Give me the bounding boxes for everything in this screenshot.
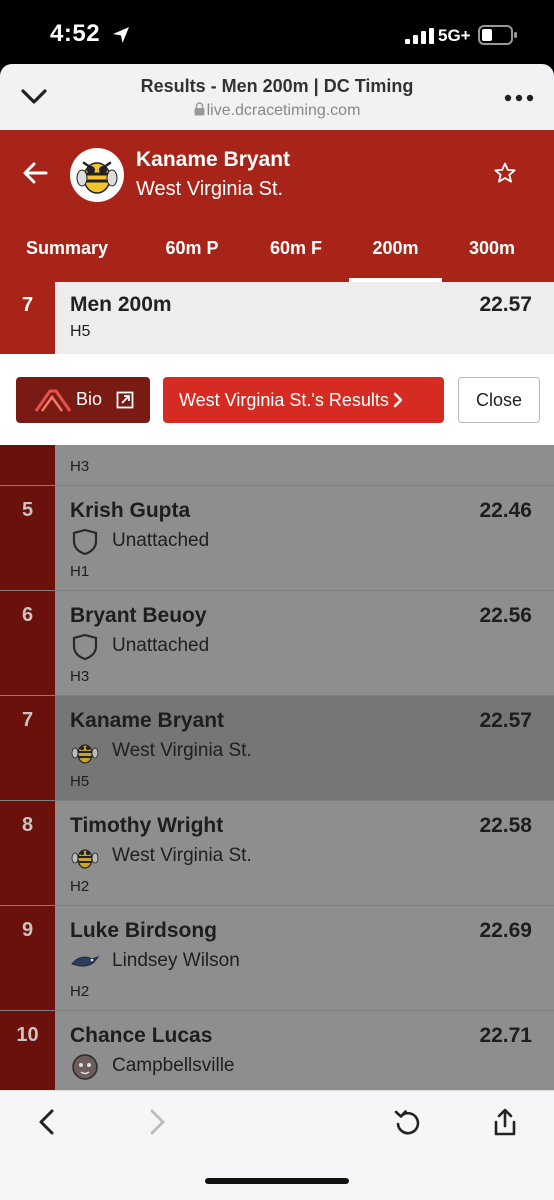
athlete-name-cell[interactable]: Kaname Bryant: [70, 709, 224, 733]
table-row[interactable]: 6 Bryant Beuoy Unattached H3 22.56: [0, 591, 554, 696]
table-row[interactable]: 9 Luke Birdsong Lindsey Wilson H2 22.69: [0, 906, 554, 1011]
heat-label: H1: [70, 563, 90, 580]
table-row[interactable]: 5 Krish Gupta Unattached H1 22.46: [0, 486, 554, 591]
url-text: live.dcracetiming.com: [206, 102, 361, 119]
team-name-cell: West Virginia St.: [112, 740, 252, 761]
rank-cell: [0, 445, 55, 486]
athlete-name-cell[interactable]: Chance Lucas: [70, 1024, 212, 1048]
tab-200m[interactable]: 200m: [349, 230, 442, 282]
shield-icon: [72, 633, 98, 661]
team-logo: [70, 148, 124, 202]
athlete-team: West Virginia St.: [136, 178, 284, 200]
time-cell: 22.46: [479, 499, 532, 522]
rank-cell: 7: [0, 696, 55, 801]
results-list[interactable]: H3 5 Krish Gupta Unattached H1 22.46 6 B…: [0, 445, 554, 1090]
tab-300m[interactable]: 300m: [446, 230, 538, 282]
time-cell: 22.71: [479, 1024, 532, 1047]
selected-time: 22.57: [479, 293, 532, 316]
time-cell: 22.58: [479, 814, 532, 837]
athlete-name: Kaname Bryant: [136, 148, 291, 171]
time-cell: 22.56: [479, 604, 532, 627]
selected-rank: 7: [0, 282, 55, 354]
signal-bars-icon: [405, 28, 434, 44]
action-bar: Bio West Virginia St.'s Results Close: [0, 354, 554, 445]
yellow-jacket-logo: [71, 744, 99, 764]
team-name-cell: Unattached: [112, 530, 210, 551]
back-arrow-icon[interactable]: [22, 161, 48, 185]
table-row[interactable]: 8 Timothy Wright West Virginia St. H2 22…: [0, 801, 554, 906]
rank-cell: 8: [0, 801, 55, 906]
selected-event: Men 200m: [70, 293, 172, 316]
selected-result: 7 Men 200m H5 22.57: [0, 282, 554, 354]
lock-icon: [194, 102, 205, 116]
external-link-icon: [116, 391, 134, 409]
athlete-name-cell[interactable]: Krish Gupta: [70, 499, 190, 523]
share-icon[interactable]: [490, 1107, 520, 1137]
time-cell: 22.69: [479, 919, 532, 942]
event-tabs: Summary 60m P 60m F 200m 300m: [0, 230, 554, 282]
heat-label: H2: [70, 878, 90, 895]
network-type: 5G+: [438, 26, 471, 45]
team-name-cell: Unattached: [112, 635, 210, 656]
tab-summary[interactable]: Summary: [8, 230, 126, 282]
yellow-jacket-logo: [76, 161, 118, 194]
rank-cell: 5: [0, 486, 55, 591]
athletic-logo-icon: [34, 389, 72, 412]
status-bar: 4:52 5G+: [0, 0, 554, 64]
chevron-down-icon[interactable]: [20, 86, 48, 108]
yellow-jacket-logo: [71, 849, 99, 869]
page-title: Results - Men 200m | DC Timing: [140, 76, 414, 96]
tiger-logo: [72, 1054, 98, 1080]
back-chevron-icon[interactable]: [32, 1107, 62, 1137]
battery-icon: [478, 25, 517, 45]
location-arrow-icon: [113, 27, 129, 43]
url-field[interactable]: live.dcracetiming.com: [80, 102, 474, 120]
heat-label: H5: [70, 773, 90, 790]
bio-label: Bio: [76, 389, 103, 409]
status-time: 4:52: [50, 20, 101, 47]
team-name-cell: Campbellsville: [112, 1055, 235, 1076]
table-row[interactable]: 10 Chance Lucas Campbellsville 22.71: [0, 1011, 554, 1090]
tab-60m-p[interactable]: 60m P: [144, 230, 240, 282]
chevron-right-icon: [393, 392, 403, 408]
tab-60m-f[interactable]: 60m F: [250, 230, 342, 282]
team-name-cell: West Virginia St.: [112, 845, 252, 866]
team-results-label: West Virginia St.'s Results: [179, 390, 389, 410]
browser-header: Results - Men 200m | DC Timing live.dcra…: [0, 64, 554, 130]
rank-cell: 10: [0, 1011, 55, 1090]
time-cell: 22.57: [479, 709, 532, 732]
heat-label: H3: [70, 458, 90, 475]
team-name-cell: Lindsey Wilson: [112, 950, 240, 971]
heat-label: H3: [70, 668, 90, 685]
team-results-button[interactable]: West Virginia St.'s Results: [163, 377, 444, 423]
athlete-header: Kaname Bryant West Virginia St. Summary …: [0, 130, 554, 282]
athlete-name-cell[interactable]: Luke Birdsong: [70, 919, 217, 943]
star-icon[interactable]: [494, 162, 516, 184]
rank-cell: 6: [0, 591, 55, 696]
home-indicator[interactable]: [205, 1178, 349, 1184]
selected-heat: H5: [70, 323, 91, 340]
more-options-icon[interactable]: [504, 94, 534, 102]
table-row-selected[interactable]: 7 Kaname Bryant West Virginia St. H5 22.…: [0, 696, 554, 801]
rank-cell: 9: [0, 906, 55, 1011]
close-button[interactable]: Close: [458, 377, 540, 423]
bio-button[interactable]: Bio: [16, 377, 150, 423]
eagle-logo: [71, 955, 100, 967]
table-row[interactable]: H3: [0, 445, 554, 486]
forward-chevron-icon[interactable]: [142, 1107, 172, 1137]
reload-icon[interactable]: [393, 1107, 423, 1137]
shield-icon: [72, 528, 98, 556]
heat-label: H2: [70, 983, 90, 1000]
athlete-name-cell[interactable]: Bryant Beuoy: [70, 604, 207, 628]
athlete-name-cell[interactable]: Timothy Wright: [70, 814, 223, 838]
